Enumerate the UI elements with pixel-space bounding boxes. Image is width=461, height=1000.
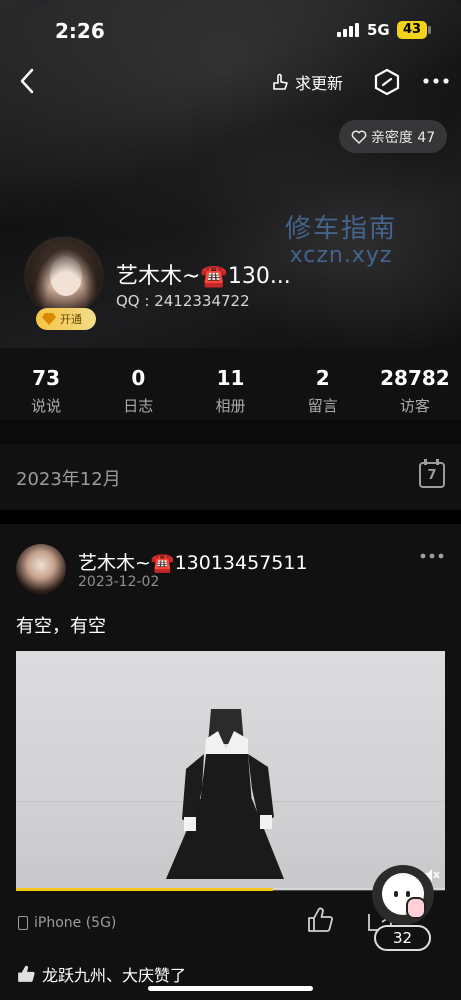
stat-value: 73 (32, 366, 61, 390)
request-update-button[interactable]: 求更新 (271, 70, 343, 94)
heart-icon (351, 130, 367, 144)
like-icon[interactable] (306, 906, 334, 934)
video-progress-fill (16, 888, 274, 891)
section-divider (0, 510, 461, 524)
status-bar: 2:26 5G 43 (0, 0, 461, 60)
profile-avatar[interactable] (24, 236, 104, 316)
profile-stats: 73 说说 0 日志 11 相册 2 留言 28782 访客 (0, 348, 461, 420)
intimacy-badge[interactable]: 亲密度 47 (339, 120, 447, 153)
stat-value: 2 (315, 366, 330, 390)
stat-albums[interactable]: 11 相册 (184, 348, 276, 420)
post-text: 有空，有空 (16, 616, 106, 637)
mascot-eye (394, 891, 398, 897)
section-divider (0, 420, 461, 444)
status-time: 2:26 (55, 19, 105, 43)
battery-tip (428, 26, 431, 34)
video-figure (166, 709, 284, 879)
calendar-day: 7 (427, 468, 437, 483)
calendar-icon[interactable]: 7 (419, 459, 445, 488)
home-indicator[interactable] (148, 986, 313, 991)
post-likes[interactable]: 龙跃九州、大庆赞了 (16, 962, 186, 986)
stat-value: 0 (131, 366, 146, 390)
timeline-month-header: 2023年12月 (0, 444, 461, 510)
hexagon-icon[interactable] (374, 68, 400, 96)
watermark-line1: 修车指南 (285, 214, 398, 244)
post-more-icon[interactable] (420, 551, 444, 561)
post-video[interactable] (16, 651, 445, 890)
profile-qq-number: QQ : 2412334722 (116, 292, 250, 310)
timeline-month: 2023年12月 (16, 469, 121, 490)
vip-badge[interactable]: 开通 (36, 308, 96, 330)
stat-label: 说说 (31, 397, 62, 415)
profile-name: 艺木木~☎️130... (116, 264, 291, 289)
stat-blogs[interactable]: 0 日志 (92, 348, 184, 420)
pointing-hand-icon (273, 73, 288, 90)
thumbs-up-icon (18, 965, 35, 982)
stat-label: 日志 (123, 397, 154, 415)
comment-count-badge[interactable]: 32 (374, 925, 431, 951)
watermark: 修车指南 xczn.xyz (285, 208, 397, 268)
post-date: 2023-12-02 (78, 574, 160, 590)
stat-value: 28782 (380, 366, 450, 390)
phone-icon (18, 916, 28, 930)
mascot-float-button[interactable] (372, 865, 434, 925)
mascot-eye (406, 891, 410, 897)
post-likes-text: 龙跃九州、大庆赞了 (42, 966, 187, 985)
stat-label: 相册 (215, 397, 246, 415)
stat-value: 11 (216, 366, 245, 390)
stat-label: 访客 (399, 397, 430, 415)
vip-label: 开通 (60, 313, 82, 326)
diamond-icon (42, 313, 56, 325)
intimacy-label: 亲密度 47 (370, 129, 436, 146)
request-update-label: 求更新 (295, 74, 344, 93)
stat-messages[interactable]: 2 留言 (277, 348, 369, 420)
stat-visitors[interactable]: 28782 访客 (369, 348, 461, 420)
mascot-face (382, 873, 426, 919)
battery-icon: 43 (397, 21, 427, 39)
post-author-name[interactable]: 艺木木~☎️13013457511 (78, 548, 308, 575)
back-icon[interactable] (14, 66, 44, 96)
signal-icon (337, 23, 359, 37)
watermark-line2: xczn.xyz (289, 243, 393, 268)
stat-posts[interactable]: 73 说说 (0, 348, 92, 420)
post-device-label: iPhone (5G) (34, 915, 117, 931)
post-author-avatar[interactable] (16, 544, 66, 594)
stat-label: 留言 (307, 397, 338, 415)
network-label: 5G (367, 21, 390, 39)
mascot-hand (406, 897, 426, 919)
post-device: iPhone (5G) (18, 915, 116, 931)
avatar-hair (26, 238, 102, 314)
more-icon[interactable] (422, 72, 450, 90)
